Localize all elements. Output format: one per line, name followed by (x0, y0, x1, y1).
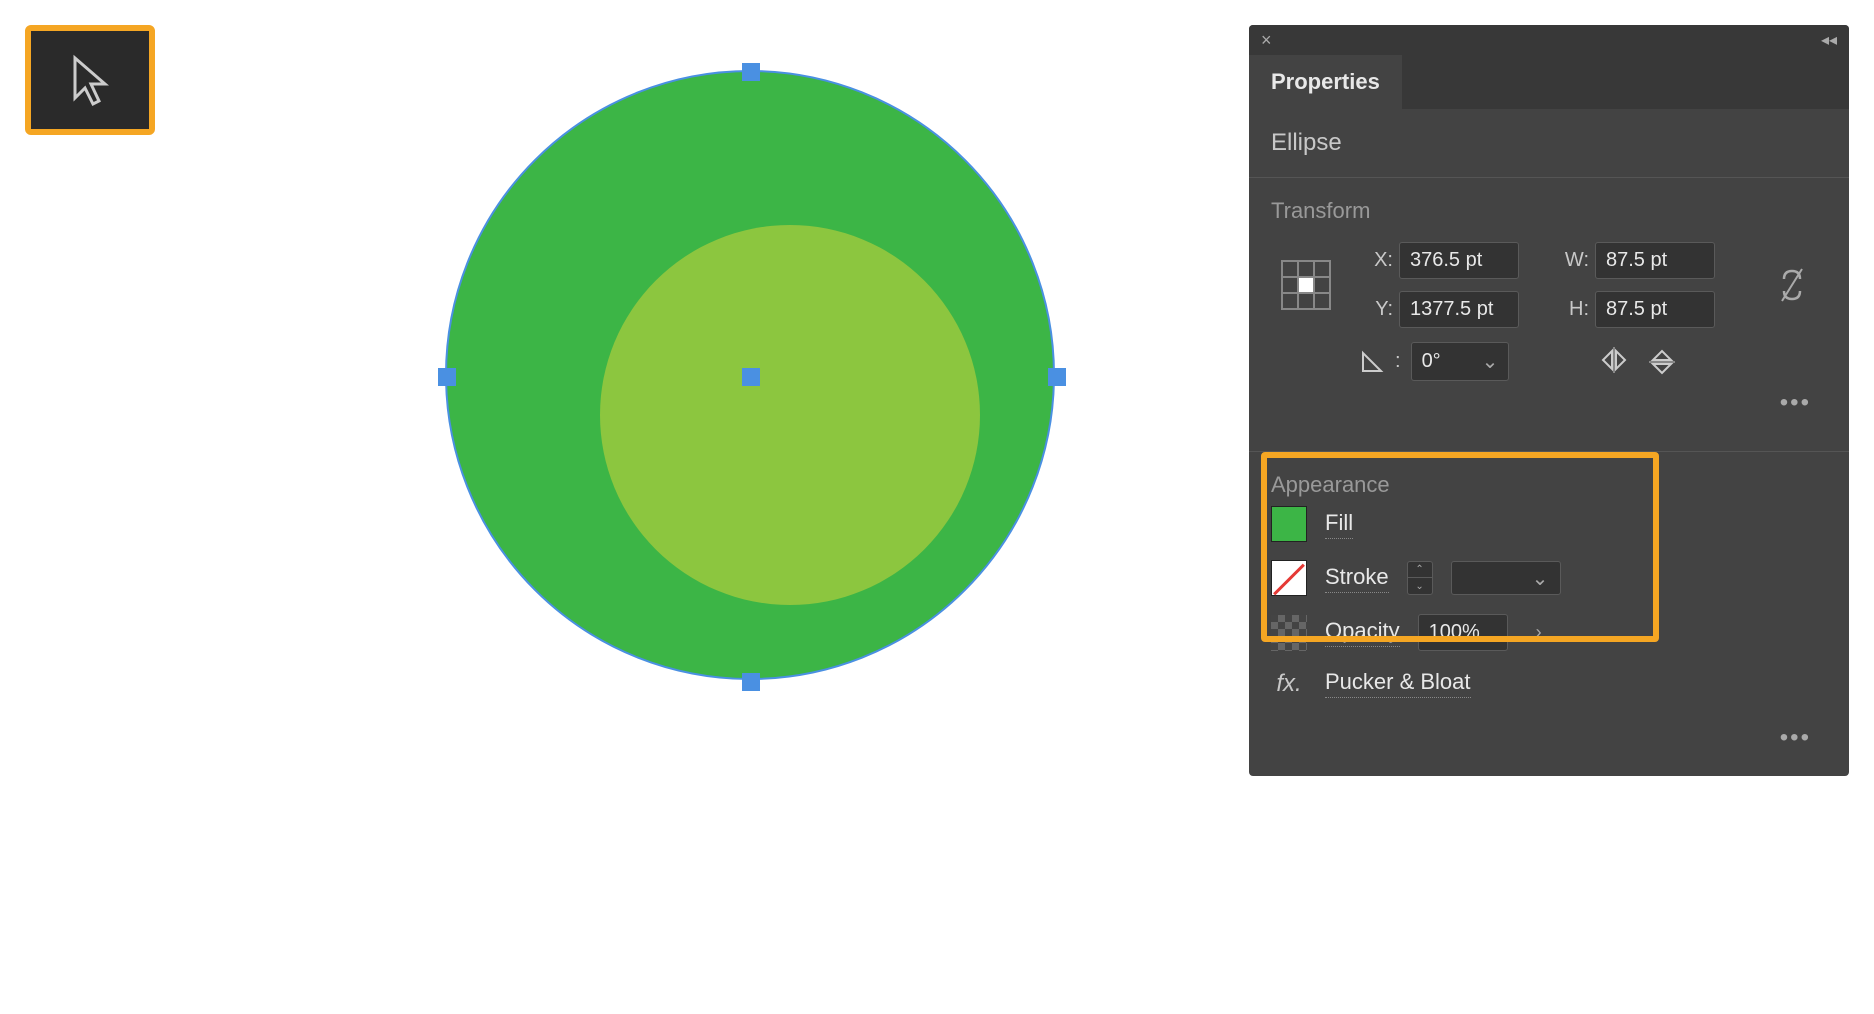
selection-handle-right[interactable] (1048, 368, 1066, 386)
selection-handle-bottom[interactable] (742, 673, 760, 691)
stroke-step-down-icon[interactable]: ⌄ (1408, 578, 1432, 594)
rotate-colon: : (1395, 350, 1401, 373)
appearance-title: Appearance (1271, 472, 1827, 498)
tab-properties[interactable]: Properties (1249, 55, 1402, 109)
canvas[interactable] (340, 30, 1160, 870)
appearance-more-icon[interactable]: ••• (1271, 716, 1827, 766)
transform-title: Transform (1271, 198, 1827, 224)
ellipse-inner[interactable] (600, 225, 980, 605)
rotate-input[interactable] (1412, 344, 1472, 379)
opacity-label[interactable]: Opacity (1325, 618, 1400, 647)
shape-type-label: Ellipse (1271, 129, 1827, 157)
link-dimensions-icon[interactable] (1757, 265, 1827, 305)
x-label: X: (1365, 249, 1393, 272)
selection-handle-left[interactable] (438, 368, 456, 386)
fill-label[interactable]: Fill (1325, 510, 1353, 539)
opacity-expand-icon[interactable]: › (1526, 618, 1552, 647)
w-label: W: (1561, 249, 1589, 272)
x-input[interactable] (1399, 242, 1519, 279)
rotate-dropdown-icon[interactable]: ⌄ (1472, 343, 1509, 380)
opacity-swatch[interactable] (1271, 615, 1307, 651)
y-input[interactable] (1399, 291, 1519, 328)
selection-handle-center[interactable] (742, 368, 760, 386)
stroke-label[interactable]: Stroke (1325, 564, 1389, 593)
panel-header: × ◂◂ (1249, 25, 1849, 55)
reference-point-selector[interactable] (1281, 260, 1331, 310)
stroke-step-up-icon[interactable]: ⌃ (1408, 562, 1432, 578)
stroke-swatch[interactable] (1271, 560, 1307, 596)
flip-vertical-icon[interactable] (1649, 347, 1675, 377)
transform-section: Transform X: W: Y: (1249, 178, 1849, 452)
shape-type-section: Ellipse (1249, 109, 1849, 178)
y-label: Y: (1365, 298, 1393, 321)
effect-label[interactable]: Pucker & Bloat (1325, 669, 1471, 698)
rotate-icon (1359, 349, 1385, 375)
selection-tool-highlight (25, 25, 155, 135)
width-input[interactable] (1595, 242, 1715, 279)
collapse-icon[interactable]: ◂◂ (1821, 30, 1837, 50)
flip-horizontal-icon[interactable] (1599, 347, 1629, 373)
h-label: H: (1561, 298, 1589, 321)
appearance-section: Appearance Fill Stroke ⌃ ⌄ ⌄ (1249, 452, 1849, 776)
selection-tool-icon[interactable] (65, 50, 115, 110)
close-icon[interactable]: × (1261, 30, 1272, 51)
panel-tabs: Properties (1249, 55, 1849, 109)
transform-more-icon[interactable]: ••• (1271, 381, 1827, 431)
opacity-input[interactable] (1418, 614, 1508, 651)
stroke-dropdown-icon[interactable]: ⌄ (1522, 560, 1559, 597)
selection-handle-top[interactable] (742, 63, 760, 81)
stroke-stepper[interactable]: ⌃ ⌄ (1407, 561, 1433, 595)
height-input[interactable] (1595, 291, 1715, 328)
stroke-width-input[interactable] (1452, 571, 1522, 586)
properties-panel: × ◂◂ Properties Ellipse Transform X: W: (1249, 25, 1849, 776)
fill-swatch[interactable] (1271, 506, 1307, 542)
fx-icon[interactable]: fx. (1271, 670, 1307, 698)
